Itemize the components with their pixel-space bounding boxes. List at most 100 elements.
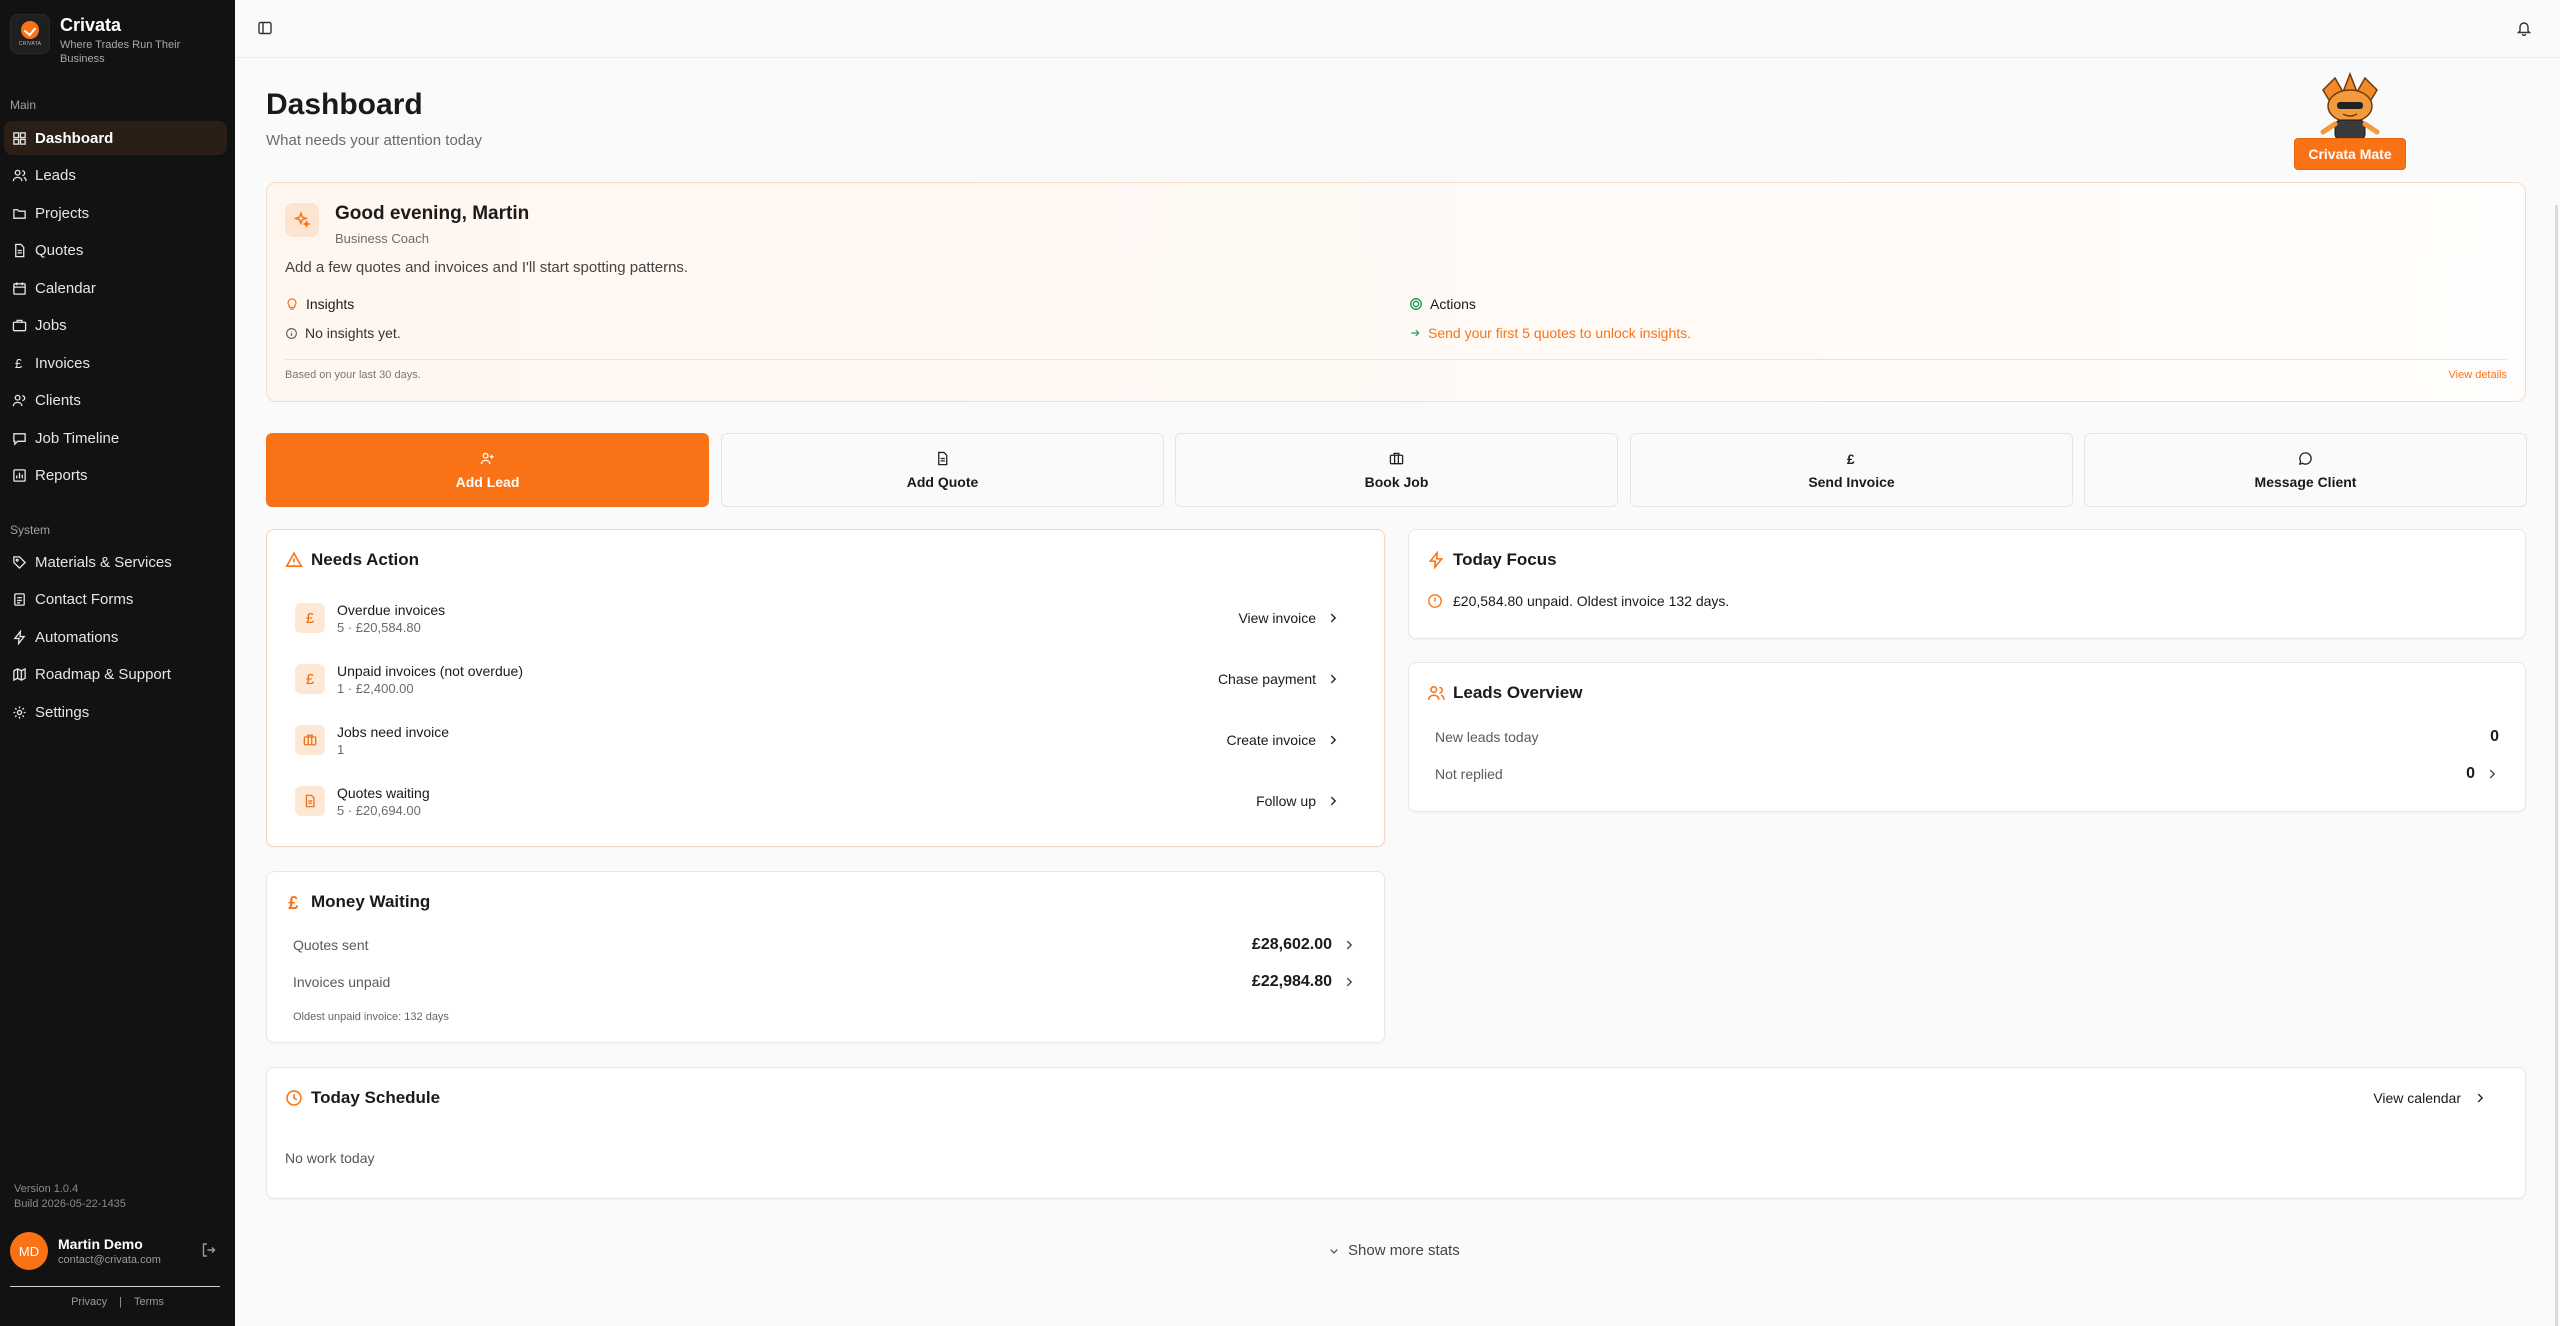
sidebar-item-settings[interactable]: Settings xyxy=(4,695,227,729)
actions-value[interactable]: Send your first 5 quotes to unlock insig… xyxy=(1409,325,1691,341)
brand[interactable]: CRIVATA Crivata Where Trades Run Their B… xyxy=(10,14,200,66)
version-text: Version 1.0.4 xyxy=(14,1183,79,1195)
sidebar-item-leads[interactable]: Leads xyxy=(4,159,227,193)
view-details-link[interactable]: View details xyxy=(2449,369,2508,381)
row-action-label: Create invoice xyxy=(1226,732,1317,748)
logout-icon[interactable] xyxy=(201,1242,217,1258)
grid-icon xyxy=(13,131,26,145)
sidebar-item-label: Leads xyxy=(35,167,76,184)
scrollbar[interactable] xyxy=(2555,205,2558,1326)
message-client-button[interactable]: Message Client xyxy=(2084,433,2527,507)
arrow-right-icon xyxy=(1411,329,1420,337)
no-work-text: No work today xyxy=(285,1150,375,1166)
alert-triangle-icon xyxy=(285,551,303,567)
add-lead-button[interactable]: Add Lead xyxy=(266,433,709,507)
sidebar-item-automations[interactable]: Automations xyxy=(4,620,227,654)
sidebar-item-calendar[interactable]: Calendar xyxy=(4,271,227,305)
sidebar-item-contact-forms[interactable]: Contact Forms xyxy=(4,583,227,617)
bell-icon[interactable] xyxy=(2516,20,2532,36)
sparkles-icon xyxy=(285,203,319,237)
show-more-stats-button[interactable]: Show more stats xyxy=(1328,1242,1460,1259)
user-profile[interactable]: MD Martin Demo contact@crivata.com xyxy=(10,1232,225,1270)
privacy-link[interactable]: Privacy xyxy=(71,1296,107,1308)
brand-logo-text: CRIVATA xyxy=(18,41,42,47)
chat-icon xyxy=(13,432,26,446)
sidebar-item-label: Calendar xyxy=(35,279,96,297)
crivata-mate-button[interactable]: Crivata Mate xyxy=(2294,138,2406,170)
file-icon xyxy=(295,786,325,816)
leads-overview-card: Leads Overview New leads today 0 Not rep… xyxy=(1408,662,2526,812)
bolt-icon xyxy=(1428,551,1444,569)
create-invoice-button[interactable]: Create invoice xyxy=(1227,732,1341,748)
message-client-label: Message Client xyxy=(2254,473,2357,490)
sidebar-item-job-timeline[interactable]: Job Timeline xyxy=(4,421,227,455)
row-action-label: Chase payment xyxy=(1217,671,1316,687)
link-separator: | xyxy=(119,1296,122,1308)
row-title: Unpaid invoices (not overdue) xyxy=(337,662,523,679)
sidebar-item-reports[interactable]: Reports xyxy=(4,459,227,493)
money-waiting-card: £ Money Waiting Quotes sent £28,602.00 I… xyxy=(266,871,1385,1043)
view-invoice-button[interactable]: View invoice xyxy=(1238,610,1340,626)
footer-links: Privacy | Terms xyxy=(0,1296,235,1308)
sidebar-item-clients[interactable]: Clients xyxy=(4,384,227,418)
row-subtitle: 1 xyxy=(337,741,345,757)
not-replied-row[interactable]: Not replied 0 xyxy=(1435,765,2499,783)
briefcase-icon xyxy=(1389,452,1404,464)
info-icon xyxy=(286,327,297,339)
topbar xyxy=(235,0,2560,58)
lightbulb-icon xyxy=(287,298,297,310)
follow-up-button[interactable]: Follow up xyxy=(1256,793,1340,809)
not-replied-value: 0 xyxy=(2466,765,2475,782)
pound-icon: £ xyxy=(15,356,23,371)
new-leads-label: New leads today xyxy=(1435,729,1539,745)
send-invoice-button[interactable]: £ Send Invoice xyxy=(1630,433,2073,507)
chart-icon xyxy=(13,469,26,482)
add-quote-button[interactable]: Add Quote xyxy=(721,433,1164,507)
chevron-right-icon xyxy=(1346,940,1353,950)
new-leads-row: New leads today 0 xyxy=(1435,728,2499,746)
sidebar-item-materials[interactable]: Materials & Services xyxy=(4,545,227,579)
needs-action-row-jobs[interactable]: Jobs need invoice 1 Create invoice xyxy=(295,718,1340,762)
build-text: Build 2026-05-22-1435 xyxy=(14,1198,126,1210)
pound-icon: £ xyxy=(295,603,325,633)
needs-action-row-overdue[interactable]: £ Overdue invoices 5 · £20,584.80 View i… xyxy=(295,596,1340,640)
sidebar-toggle-icon[interactable] xyxy=(257,20,273,36)
coach-greeting: Good evening, Martin xyxy=(335,203,530,224)
show-more-label: Show more stats xyxy=(1348,1242,1460,1259)
clock-icon xyxy=(286,1090,302,1106)
invoices-unpaid-label: Invoices unpaid xyxy=(293,974,391,990)
file-icon xyxy=(938,451,948,465)
quotes-sent-row[interactable]: Quotes sent £28,602.00 xyxy=(293,936,1356,954)
sidebar-item-jobs[interactable]: Jobs xyxy=(4,309,227,343)
message-icon xyxy=(2298,451,2312,465)
tag-icon xyxy=(13,555,27,569)
sidebar-item-label: Contact Forms xyxy=(35,591,134,608)
actions-label: Actions xyxy=(1430,296,1476,312)
page-subtitle: What needs your attention today xyxy=(266,132,482,149)
pound-icon: £ xyxy=(295,664,325,694)
user-name: Martin Demo xyxy=(58,1236,143,1252)
needs-action-row-unpaid[interactable]: £ Unpaid invoices (not overdue) 1 · £2,4… xyxy=(295,657,1340,701)
invoices-unpaid-row[interactable]: Invoices unpaid £22,984.80 xyxy=(293,973,1356,991)
sidebar-item-dashboard[interactable]: Dashboard xyxy=(4,121,227,155)
coach-footnote: Based on your last 30 days. xyxy=(285,369,421,381)
today-focus-title: Today Focus xyxy=(1453,550,1557,569)
terms-link[interactable]: Terms xyxy=(134,1296,164,1308)
calendar-icon xyxy=(13,281,26,295)
sidebar-item-invoices[interactable]: £ Invoices xyxy=(4,346,227,380)
chevron-right-icon xyxy=(1330,735,1337,745)
quotes-sent-label: Quotes sent xyxy=(293,937,369,953)
sidebar-item-roadmap[interactable]: Roadmap & Support xyxy=(4,658,227,692)
sidebar-item-quotes[interactable]: Quotes xyxy=(4,234,227,268)
brand-logo: CRIVATA xyxy=(10,14,50,54)
avatar: MD xyxy=(10,1232,48,1270)
needs-action-heading: Needs Action xyxy=(285,550,419,570)
needs-action-row-quotes[interactable]: Quotes waiting 5 · £20,694.00 Follow up xyxy=(295,779,1340,823)
today-schedule-card: Today Schedule View calendar No work tod… xyxy=(266,1067,2526,1199)
chase-payment-button[interactable]: Chase payment xyxy=(1218,671,1340,687)
sidebar-item-projects[interactable]: Projects xyxy=(4,196,227,230)
chevron-right-icon xyxy=(1330,796,1337,806)
sidebar-item-label: Roadmap & Support xyxy=(35,666,171,683)
view-calendar-button[interactable]: View calendar xyxy=(2373,1090,2487,1106)
book-job-button[interactable]: Book Job xyxy=(1175,433,1618,507)
